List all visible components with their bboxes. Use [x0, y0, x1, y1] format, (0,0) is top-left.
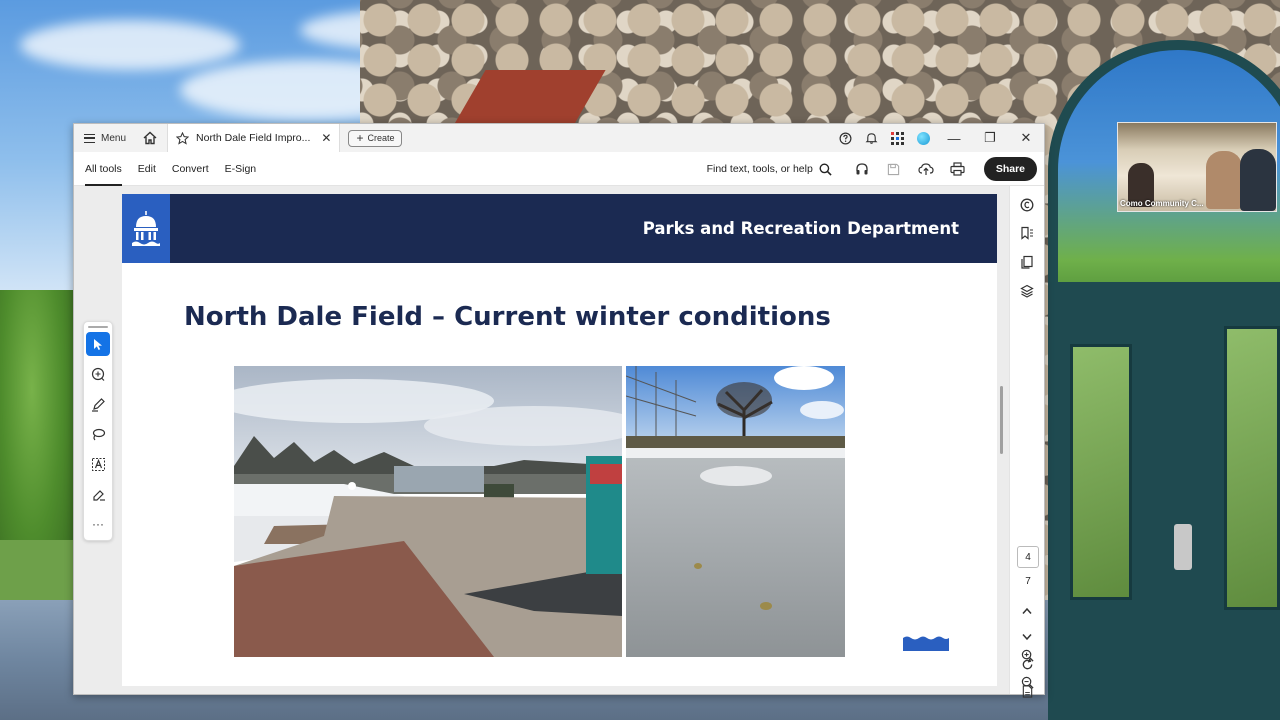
document-tab[interactable]: North Dale Field Impro... ✕ — [167, 124, 341, 152]
department-title: Parks and Recreation Department — [642, 219, 959, 238]
title-bar: Menu North Dale Field Impro... ✕ + Creat… — [74, 124, 1044, 152]
photo-walkway-field — [234, 366, 622, 657]
bell-icon — [865, 133, 877, 144]
comment-add-icon — [91, 367, 104, 381]
minimize-button[interactable]: — — [936, 124, 972, 152]
title-bar-actions: — ❐ ✕ — [832, 124, 1044, 152]
notifications-button[interactable] — [858, 124, 884, 152]
highlight-tool-button[interactable] — [86, 392, 110, 416]
share-button[interactable]: Share — [983, 157, 1037, 181]
sign-tool-button[interactable] — [86, 482, 110, 506]
cloud-upload-icon — [918, 163, 934, 175]
apps-button[interactable] — [884, 124, 910, 152]
profile-button[interactable] — [910, 124, 936, 152]
ai-assistant-icon — [1020, 198, 1034, 212]
participant-name-label: Como Community C... — [1120, 199, 1204, 208]
print-button[interactable] — [942, 152, 974, 186]
toolbar-actions: Find text, tools, or help Share — [707, 152, 1044, 186]
capitol-logo-icon — [122, 194, 170, 263]
close-window-button[interactable]: ✕ — [1008, 124, 1044, 152]
fill-sign-icon — [92, 489, 105, 501]
slide-title: North Dale Field – Current winter condit… — [184, 302, 831, 332]
menu-label: Menu — [101, 132, 127, 144]
cursor-icon — [94, 338, 102, 350]
zoom-out-button[interactable] — [1016, 671, 1038, 693]
tab-e-sign[interactable]: E-Sign — [225, 152, 257, 186]
create-button[interactable]: + Create — [348, 129, 403, 147]
layers-icon — [1020, 284, 1034, 298]
document-view[interactable]: Parks and Recreation Department North Da… — [74, 186, 1009, 694]
find-tools-search[interactable]: Find text, tools, or help — [707, 163, 832, 176]
printer-icon — [950, 162, 965, 176]
total-pages: 7 — [1025, 576, 1031, 587]
quick-tools-panel: ··· — [83, 321, 113, 541]
ai-assistant-button[interactable] — [1016, 194, 1038, 216]
headphones-icon — [856, 163, 868, 175]
text-tool-button[interactable] — [86, 452, 110, 476]
find-placeholder: Find text, tools, or help — [706, 163, 813, 175]
tab-title: North Dale Field Impro... — [196, 132, 311, 144]
cloud — [20, 20, 240, 70]
select-tool-button[interactable] — [86, 332, 110, 356]
door-handle — [1174, 524, 1192, 570]
layers-button[interactable] — [1016, 280, 1038, 302]
restore-button[interactable]: ❐ — [972, 124, 1008, 152]
plus-icon: + — [356, 131, 364, 145]
close-icon: ✕ — [1020, 130, 1032, 145]
pdf-page: Parks and Recreation Department North Da… — [122, 194, 997, 686]
help-button[interactable] — [832, 124, 858, 152]
pen-icon — [91, 397, 105, 412]
chevron-up-icon — [1022, 607, 1032, 614]
save-icon — [888, 163, 900, 175]
zoom-in-icon — [1021, 649, 1034, 662]
read-aloud-button[interactable] — [846, 152, 878, 186]
hamburger-icon — [84, 133, 95, 143]
tab-convert[interactable]: Convert — [172, 152, 209, 186]
slide-banner: Parks and Recreation Department — [122, 194, 997, 263]
tab-all-tools[interactable]: All tools — [85, 152, 122, 186]
wave-logo-icon — [903, 636, 949, 651]
pages-thumbnails-button[interactable] — [1016, 251, 1038, 273]
tools-toolbar: All tools Edit Convert E-Sign Find text,… — [74, 152, 1044, 186]
tab-edit[interactable]: Edit — [138, 152, 156, 186]
close-tab-icon[interactable]: ✕ — [321, 131, 331, 145]
door — [1048, 282, 1280, 720]
photo-flooded-field — [626, 366, 845, 657]
vertical-scrollbar[interactable] — [1000, 386, 1003, 454]
bookmarks-button[interactable] — [1016, 222, 1038, 244]
participant-figure — [1206, 151, 1242, 209]
search-icon — [819, 163, 832, 176]
more-tools-icon[interactable]: ··· — [86, 512, 110, 536]
upload-cloud-button[interactable] — [910, 152, 942, 186]
restore-icon: ❐ — [984, 130, 996, 145]
save-button[interactable] — [878, 152, 910, 186]
acrobat-window: Menu North Dale Field Impro... ✕ + Creat… — [73, 123, 1045, 698]
chevron-down-icon — [1022, 634, 1032, 641]
minimize-icon: — — [947, 130, 961, 146]
participant-video-thumbnail[interactable]: Como Community C... — [1117, 122, 1277, 212]
text-box-icon — [91, 457, 105, 471]
create-label: Create — [367, 133, 395, 143]
bookmark-icon — [1021, 226, 1033, 240]
help-icon — [839, 132, 851, 144]
menu-button[interactable]: Menu — [84, 133, 126, 144]
zoom-out-icon — [1021, 676, 1034, 689]
right-rail: 4 7 — [1009, 186, 1044, 698]
comment-tool-button[interactable] — [86, 362, 110, 386]
home-icon — [143, 131, 157, 145]
door-pane — [1070, 344, 1132, 600]
star-icon[interactable] — [176, 131, 190, 145]
draw-tool-button[interactable] — [86, 422, 110, 446]
door-pane — [1224, 326, 1280, 610]
lasso-icon — [92, 428, 105, 440]
current-page-input[interactable]: 4 — [1017, 546, 1039, 568]
panel-grip[interactable] — [88, 326, 108, 328]
home-button[interactable] — [142, 130, 158, 146]
apps-grid-icon — [890, 131, 904, 145]
pages-icon — [1021, 255, 1033, 269]
zoom-in-button[interactable] — [1016, 644, 1038, 666]
previous-page-button[interactable] — [1016, 600, 1038, 622]
participant-figure — [1240, 149, 1276, 211]
avatar — [916, 131, 930, 145]
